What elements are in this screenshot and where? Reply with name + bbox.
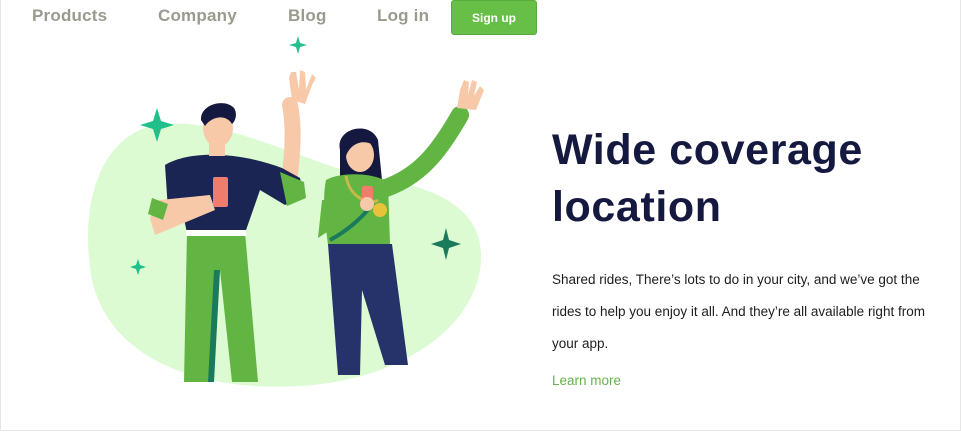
nav-blog[interactable]: Blog <box>288 6 327 26</box>
nav-company[interactable]: Company <box>158 6 237 26</box>
hero-title-line1: Wide coverage <box>552 126 863 174</box>
hero-illustration <box>88 36 484 387</box>
sparkle-icon <box>289 36 307 54</box>
medal-icon <box>373 203 387 217</box>
hero-title-line2: location <box>552 183 722 231</box>
phone-icon <box>213 177 228 207</box>
nav-products[interactable]: Products <box>32 6 107 26</box>
learn-more-link[interactable]: Learn more <box>552 373 621 388</box>
hero-description: Shared rides, There’s lots to do in your… <box>552 272 925 351</box>
hero-title: Wide coverage location <box>552 122 952 236</box>
nav-login[interactable]: Log in <box>377 6 429 26</box>
